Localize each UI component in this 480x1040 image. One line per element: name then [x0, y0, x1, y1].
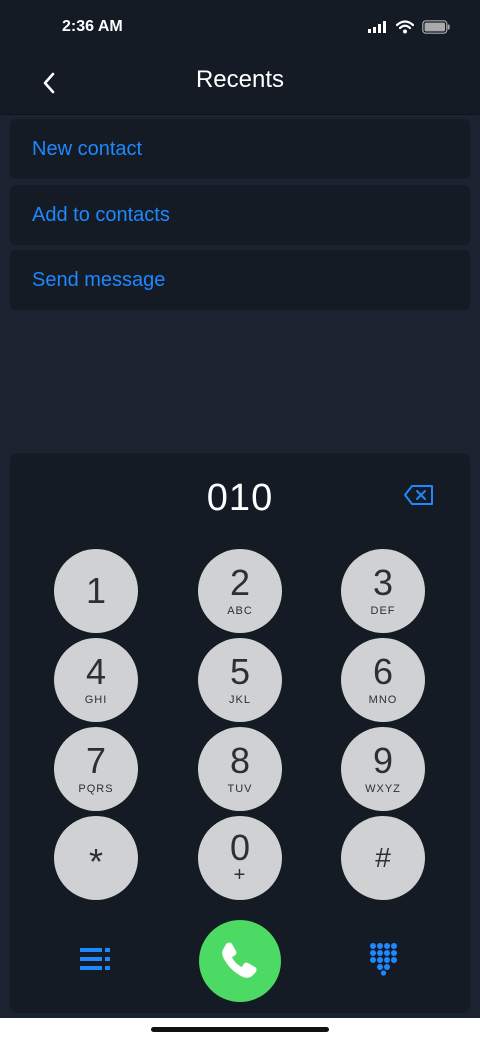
signal-icon	[368, 21, 386, 33]
dialed-number: 010	[206, 477, 274, 519]
key-digit: 2	[229, 562, 251, 603]
call-button[interactable]	[199, 920, 281, 1002]
key-letters: PQRS	[78, 783, 114, 795]
key-0[interactable]: 0 +	[198, 816, 282, 900]
wifi-icon	[396, 20, 414, 34]
key-7[interactable]: 7 PQRS	[54, 727, 138, 811]
backspace-button[interactable]	[403, 483, 435, 507]
key-letters: TUV	[227, 783, 253, 795]
key-6[interactable]: 6 MNO	[341, 638, 425, 722]
key-digit: 6	[372, 651, 394, 692]
call-log-button[interactable]	[80, 946, 110, 972]
key-digit: 5	[229, 651, 251, 692]
status-bar: 2:36 AM	[0, 0, 480, 56]
new-contact-button[interactable]: New contact	[10, 119, 470, 179]
status-icons	[368, 18, 450, 36]
key-digit: 0	[229, 827, 251, 868]
status-time: 2:36 AM	[62, 18, 123, 35]
key-digit: 3	[372, 562, 394, 603]
key-3[interactable]: 3 DEF	[341, 549, 425, 633]
keypad-button[interactable]	[369, 942, 399, 976]
key-letters: JKL	[229, 694, 251, 706]
add-to-contacts-button[interactable]: Add to contacts	[10, 185, 470, 245]
home-indicator[interactable]	[151, 1027, 329, 1032]
key-5[interactable]: 5 JKL	[198, 638, 282, 722]
nav-bar: Recents	[0, 56, 480, 115]
key-letters: GHI	[84, 694, 108, 706]
key-8[interactable]: 8 TUV	[198, 727, 282, 811]
key-digit: 1	[85, 570, 107, 611]
page-title: Recents	[195, 66, 285, 93]
keypad-icon	[370, 943, 397, 976]
key-digit: 7	[85, 740, 107, 781]
key-letters: WXYZ	[365, 783, 401, 795]
key-hash[interactable]: #	[341, 816, 425, 900]
list-icon	[80, 948, 110, 970]
key-digit: *	[88, 841, 103, 882]
key-digit: 8	[229, 740, 251, 781]
key-letters: MNO	[368, 694, 398, 706]
phone-icon	[222, 942, 257, 978]
key-star[interactable]: *	[54, 816, 138, 900]
key-1[interactable]: 1	[54, 549, 138, 633]
backspace-icon	[404, 485, 433, 505]
key-letters: DEF	[370, 605, 396, 617]
dialer-panel: 010 1 2 ABC 3 DEF 4 GHI 5 JKL 6 MNO 7 PQ…	[10, 453, 470, 1013]
key-letters: +	[233, 864, 247, 886]
key-digit: 4	[85, 651, 107, 692]
key-2[interactable]: 2 ABC	[198, 549, 282, 633]
home-indicator-bar	[0, 1018, 480, 1040]
key-4[interactable]: 4 GHI	[54, 638, 138, 722]
key-digit: #	[375, 842, 391, 873]
send-message-button[interactable]: Send message	[10, 250, 470, 310]
key-9[interactable]: 9 WXYZ	[341, 727, 425, 811]
battery-icon	[422, 20, 450, 34]
key-digit: 9	[372, 740, 394, 781]
key-letters: ABC	[227, 605, 253, 617]
